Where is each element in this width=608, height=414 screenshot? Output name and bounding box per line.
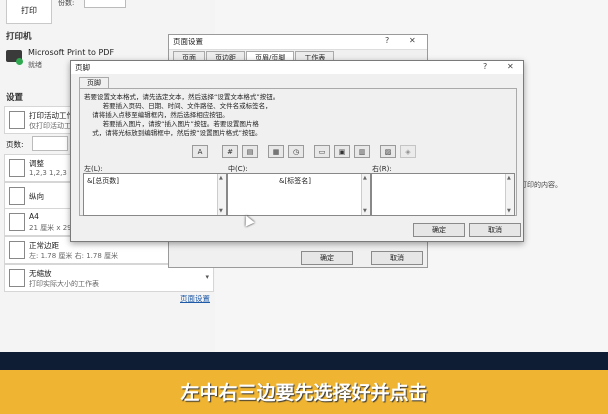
close-icon[interactable]: ✕ bbox=[507, 62, 514, 71]
printer-status: 就绪 bbox=[28, 61, 42, 69]
page-setup-cancel-button[interactable]: 取消 bbox=[371, 251, 423, 265]
help-icon[interactable]: ? bbox=[483, 62, 487, 71]
printer-section-title: 打印机 bbox=[6, 32, 32, 42]
center-section-value: &[标签名] bbox=[279, 177, 311, 185]
help-icon[interactable]: ? bbox=[385, 36, 389, 45]
right-section-input[interactable]: ▲ ▼ bbox=[371, 173, 515, 216]
scrollbar[interactable]: ▲ ▼ bbox=[361, 174, 370, 215]
option-subtitle: 1,2,3 1,2,3 bbox=[29, 169, 67, 177]
file-path-icon[interactable]: ▭ bbox=[314, 145, 330, 158]
footer-cancel-button[interactable]: 取消 bbox=[469, 223, 521, 237]
scroll-down-icon[interactable]: ▼ bbox=[363, 208, 367, 214]
format-picture-icon[interactable]: ◈ bbox=[400, 145, 416, 158]
pages-from-input[interactable] bbox=[32, 136, 68, 151]
preview-text: 打印的内容。 bbox=[520, 181, 562, 189]
scroll-up-icon[interactable]: ▲ bbox=[219, 175, 223, 181]
file-name-icon[interactable]: ▣ bbox=[334, 145, 350, 158]
scroll-up-icon[interactable]: ▲ bbox=[363, 175, 367, 181]
footer-tab-panel: 若要设置文本格式，请先选定文本，然后选择“设置文本格式”按钮。 若要插入页码、日… bbox=[79, 88, 517, 216]
caption-text: 左中右三边要先选择好并点击 bbox=[180, 382, 428, 404]
option-title: 无缩放 bbox=[29, 269, 52, 278]
scroll-up-icon[interactable]: ▲ bbox=[507, 175, 511, 181]
center-section-input[interactable]: &[标签名] ▲ ▼ bbox=[227, 173, 371, 216]
chevron-down-icon: ▾ bbox=[205, 273, 209, 281]
portrait-icon bbox=[9, 187, 25, 205]
close-icon[interactable]: ✕ bbox=[409, 36, 416, 45]
instructions-text: 若要设置文本格式，请先选定文本，然后选择“设置文本格式”按钮。 若要插入页码、日… bbox=[84, 93, 280, 137]
scaling-dropdown[interactable]: 无缩放 打印实际大小的工作表 ▾ bbox=[4, 264, 214, 292]
scroll-down-icon[interactable]: ▼ bbox=[507, 208, 511, 214]
insert-picture-icon[interactable]: ▨ bbox=[380, 145, 396, 158]
scrollbar[interactable]: ▲ ▼ bbox=[505, 174, 514, 215]
copies-label: 份数: bbox=[58, 0, 75, 7]
footer-dialog: 页脚 ? ✕ 页脚 若要设置文本格式，请先选定文本，然后选择“设置文本格式”按钮… bbox=[70, 60, 524, 242]
left-section-value: &[总页数] bbox=[87, 177, 119, 185]
format-text-icon[interactable]: A bbox=[192, 145, 208, 158]
option-title: A4 bbox=[29, 212, 39, 221]
copies-input[interactable] bbox=[84, 0, 126, 8]
collate-icon bbox=[9, 159, 25, 177]
page-setup-ok-button[interactable]: 确定 bbox=[301, 251, 353, 265]
sheet-icon bbox=[9, 111, 25, 129]
tab-footer[interactable]: 页脚 bbox=[79, 77, 109, 88]
margins-icon bbox=[9, 241, 25, 259]
footer-toolbar: A # ▤ ▦ ◷ ▭ ▣ ▥ ▨ ◈ bbox=[192, 145, 420, 158]
scrollbar[interactable]: ▲ ▼ bbox=[217, 174, 226, 215]
page-setup-link[interactable]: 页面设置 bbox=[180, 293, 210, 304]
ready-check-icon bbox=[16, 58, 23, 65]
date-icon[interactable]: ▦ bbox=[268, 145, 284, 158]
settings-section-title: 设置 bbox=[6, 93, 24, 103]
time-icon[interactable]: ◷ bbox=[288, 145, 304, 158]
option-title: 打印活动工作 bbox=[29, 111, 74, 120]
footer-ok-button[interactable]: 确定 bbox=[413, 223, 465, 237]
sheet-name-icon[interactable]: ▥ bbox=[354, 145, 370, 158]
option-subtitle: 左: 1.78 厘米 右: 1.78 厘米 bbox=[29, 252, 119, 260]
option-subtitle: 21 厘米 x 29 bbox=[29, 224, 72, 232]
caption-top-bar bbox=[0, 352, 608, 370]
page-number-icon[interactable]: # bbox=[222, 145, 238, 158]
paper-icon bbox=[9, 213, 25, 231]
page-count-icon[interactable]: ▤ bbox=[242, 145, 258, 158]
footer-dialog-title: 页脚 bbox=[71, 61, 523, 74]
pages-label: 页数: bbox=[6, 140, 24, 149]
option-subtitle: 打印实际大小的工作表 bbox=[29, 280, 99, 288]
printer-name: Microsoft Print to PDF bbox=[28, 48, 115, 57]
print-button[interactable]: 打印 bbox=[6, 0, 52, 24]
option-title: 正常边距 bbox=[29, 241, 59, 250]
option-title: 调整 bbox=[29, 159, 44, 168]
left-section-input[interactable]: &[总页数] ▲ ▼ bbox=[83, 173, 227, 216]
scroll-down-icon[interactable]: ▼ bbox=[219, 208, 223, 214]
scaling-icon bbox=[9, 269, 25, 287]
option-title: 纵向 bbox=[29, 192, 44, 201]
